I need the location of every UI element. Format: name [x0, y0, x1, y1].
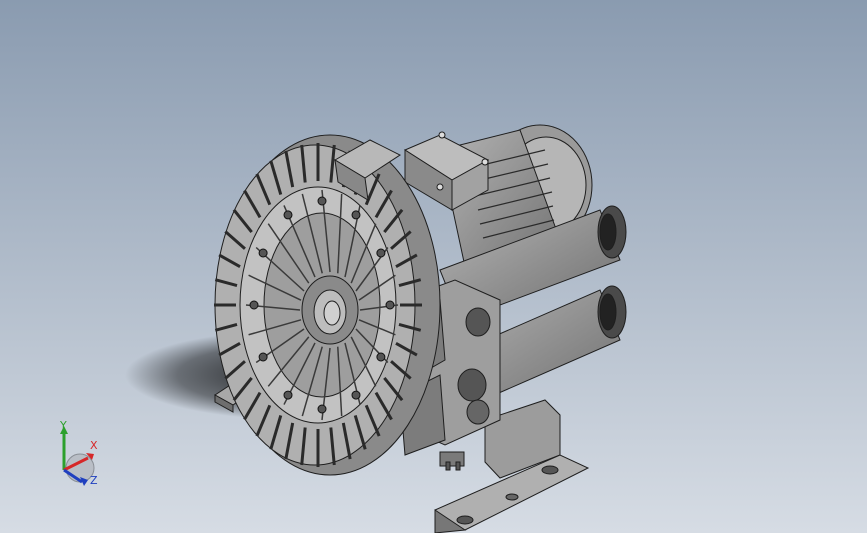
- housing-bolt: [317, 196, 327, 206]
- housing-bolt: [249, 300, 259, 310]
- housing-bolt: [351, 390, 361, 400]
- housing-bolt: [317, 404, 327, 414]
- axis-label-y: Y: [60, 419, 67, 432]
- housing-bolt: [376, 248, 386, 258]
- coordinate-triad: Y X Z: [50, 418, 110, 494]
- axis-label-z: Z: [90, 474, 98, 487]
- triad-arrows: [60, 426, 95, 486]
- housing-bolt: [376, 352, 386, 362]
- impeller-housing: [214, 134, 441, 476]
- model-scene[interactable]: [0, 0, 867, 533]
- graphics-viewport[interactable]: Y X Z: [0, 0, 867, 533]
- axis-label-x: X: [90, 439, 98, 452]
- housing-bolt: [351, 210, 361, 220]
- housing-bolt: [258, 352, 268, 362]
- housing-bolt: [283, 210, 293, 220]
- housing-bolt: [258, 248, 268, 258]
- housing-bolt: [385, 300, 395, 310]
- housing-bolt: [283, 390, 293, 400]
